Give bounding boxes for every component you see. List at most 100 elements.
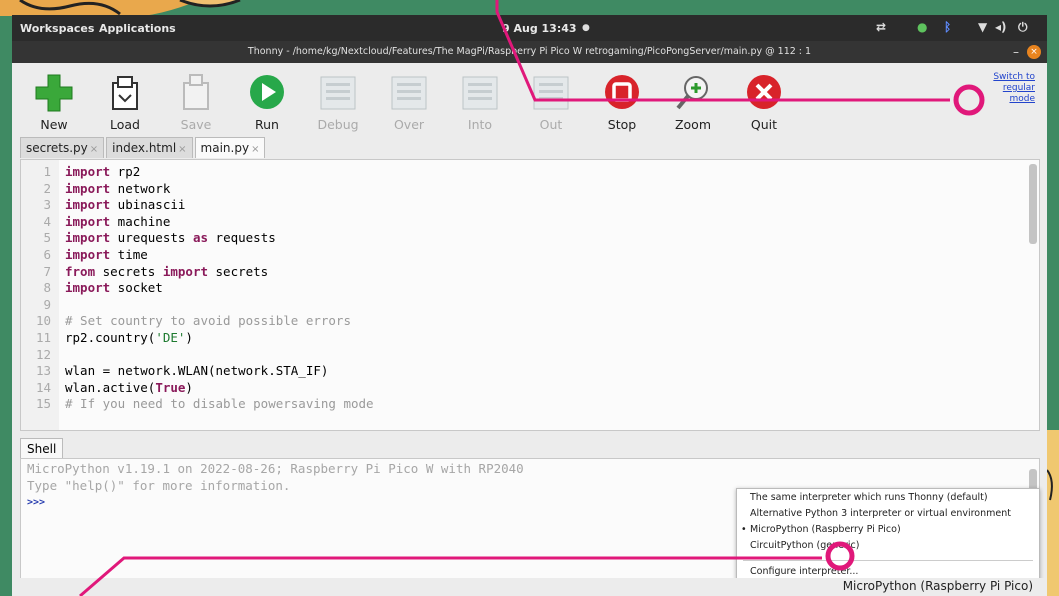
- code-keyword: import: [65, 280, 111, 296]
- shell-prompt[interactable]: >>>: [27, 497, 45, 508]
- code-line[interactable]: 9: [21, 297, 1021, 314]
- quit-icon: [744, 73, 784, 113]
- interpreter-option[interactable]: The same interpreter which runs Thonny (…: [737, 490, 1039, 505]
- step-over-label: Over: [393, 117, 425, 132]
- line-number: 10: [35, 313, 51, 329]
- code-line[interactable]: 15 # If you need to disable powersaving m…: [21, 396, 1021, 413]
- code-editor[interactable]: 1 import rp2 2 import network 3 import ubinas…: [20, 159, 1040, 431]
- configure-interpreter-item[interactable]: Configure interpreter...: [737, 564, 1039, 579]
- menu-separator: [743, 560, 1033, 561]
- code-line[interactable]: 3 import ubinascii: [21, 197, 1021, 214]
- tab-close-icon[interactable]: ×: [90, 144, 98, 155]
- interpreter-menu: The same interpreter which runs Thonny (…: [736, 488, 1040, 582]
- switch-mode-line-2: regular: [1002, 83, 1035, 93]
- code-line[interactable]: 7 from secrets import secrets: [21, 264, 1021, 281]
- code-text: secrets: [95, 263, 163, 279]
- code-text: socket: [110, 280, 163, 296]
- switch-to-regular-mode-link[interactable]: Switch to regular mode: [975, 72, 1035, 105]
- workspaces-menu[interactable]: Workspaces: [20, 22, 94, 35]
- code-line[interactable]: 6 import time: [21, 247, 1021, 264]
- tab-label: secrets.py: [26, 141, 88, 155]
- code-text: machine: [110, 213, 171, 229]
- code-keyword: True: [155, 379, 186, 395]
- interpreter-option-selected[interactable]: • MicroPython (Raspberry Pi Pico): [737, 522, 1039, 537]
- code-line[interactable]: 13 wlan = network.WLAN(network.STA_IF): [21, 363, 1021, 380]
- line-number: 6: [43, 247, 51, 262]
- close-window-button[interactable]: ×: [1027, 45, 1041, 59]
- code-text: requests: [208, 230, 276, 246]
- code-line[interactable]: 10 # Set country to avoid possible errors: [21, 313, 1021, 330]
- load-button[interactable]: Load: [95, 73, 155, 132]
- shell-banner-line: MicroPython v1.19.1 on 2022-08-26; Raspb…: [27, 461, 524, 476]
- quit-button[interactable]: Quit: [734, 73, 794, 132]
- tab-index-html[interactable]: index.html ×: [106, 137, 193, 158]
- tab-close-icon[interactable]: ×: [251, 144, 259, 155]
- tab-main-py[interactable]: main.py ×: [194, 137, 266, 158]
- tab-label: index.html: [112, 141, 177, 155]
- tab-secrets-py[interactable]: secrets.py ×: [20, 137, 105, 158]
- code-comment: # Set country to avoid possible errors: [65, 313, 351, 329]
- step-over-button[interactable]: Over: [379, 73, 439, 132]
- step-into-icon: [460, 73, 500, 113]
- toolbar: New Load Save Run Debug Over Into Out St…: [12, 63, 1047, 143]
- step-out-label: Out: [539, 117, 563, 132]
- speaker-icon[interactable]: ◂): [995, 20, 1007, 34]
- option-label: CircuitPython (generic): [750, 540, 860, 551]
- code-text: ubinascii: [110, 197, 186, 213]
- selected-bullet-icon: •: [741, 524, 747, 535]
- step-out-button[interactable]: Out: [521, 73, 581, 132]
- code-line[interactable]: 8 import socket: [21, 280, 1021, 297]
- clock[interactable]: 9 Aug 13:43: [502, 22, 577, 35]
- line-number: 14: [35, 379, 51, 395]
- code-text: rp2.country(: [65, 330, 156, 345]
- switch-mode-line-3: mode: [1009, 94, 1035, 104]
- new-button[interactable]: New: [24, 73, 84, 132]
- desktop-top-panel: Workspaces Applications 9 Aug 13:43 ● ⇄ …: [12, 15, 1047, 41]
- bluetooth-icon[interactable]: ᛒ: [944, 20, 951, 34]
- tab-close-icon[interactable]: ×: [178, 144, 186, 155]
- zoom-button[interactable]: Zoom: [663, 73, 723, 132]
- interpreter-option[interactable]: CircuitPython (generic): [737, 538, 1039, 553]
- code-line[interactable]: 4 import machine: [21, 214, 1021, 231]
- step-into-button[interactable]: Into: [450, 73, 510, 132]
- status-green-icon[interactable]: ●: [917, 20, 927, 34]
- editor-scrollbar[interactable]: [1029, 164, 1037, 244]
- tab-shell[interactable]: Shell: [20, 438, 64, 459]
- load-icon: [105, 73, 145, 113]
- code-line[interactable]: 1 import rp2: [21, 164, 1021, 181]
- power-icon[interactable]: ⏻: [1018, 20, 1028, 35]
- run-button[interactable]: Run: [237, 73, 297, 132]
- code-keyword: import: [65, 230, 111, 246]
- code-comment: # If you need to disable powersaving mod…: [65, 396, 374, 412]
- code-line[interactable]: 12: [21, 347, 1021, 364]
- network-icon[interactable]: ⇄: [876, 20, 886, 34]
- line-number: 9: [43, 296, 51, 312]
- line-number: 12: [35, 346, 51, 362]
- option-label: Alternative Python 3 interpreter or virt…: [750, 508, 1011, 519]
- interpreter-status[interactable]: MicroPython (Raspberry Pi Pico): [843, 579, 1033, 593]
- code-keyword: import: [162, 263, 208, 279]
- code-text: ): [185, 379, 193, 395]
- code-keyword: from: [65, 263, 96, 279]
- code-text: time: [110, 247, 148, 262]
- code-line[interactable]: 14 wlan.active(True): [21, 380, 1021, 397]
- applications-menu[interactable]: Applications: [99, 22, 176, 35]
- code-line[interactable]: 11 rp2.country('DE'): [21, 330, 1021, 347]
- minimize-button[interactable]: –: [1013, 41, 1019, 63]
- code-text: ): [185, 330, 193, 345]
- tab-label: main.py: [200, 141, 250, 155]
- window-titlebar: Thonny - /home/kg/Nextcloud/Features/The…: [12, 41, 1047, 63]
- code-text: rp2: [110, 164, 141, 179]
- debug-button[interactable]: Debug: [308, 73, 368, 132]
- stop-button[interactable]: Stop: [592, 73, 652, 132]
- line-number: 4: [43, 213, 51, 229]
- line-number: 3: [43, 197, 51, 213]
- code-line[interactable]: 2 import network: [21, 181, 1021, 198]
- line-number: 7: [43, 263, 51, 279]
- code-line[interactable]: 5 import urequests as requests: [21, 230, 1021, 247]
- wifi-icon[interactable]: ▼: [978, 20, 987, 34]
- run-icon: [247, 73, 287, 113]
- code-keyword: import: [65, 213, 111, 229]
- save-button[interactable]: Save: [166, 73, 226, 132]
- interpreter-option[interactable]: Alternative Python 3 interpreter or virt…: [737, 506, 1039, 521]
